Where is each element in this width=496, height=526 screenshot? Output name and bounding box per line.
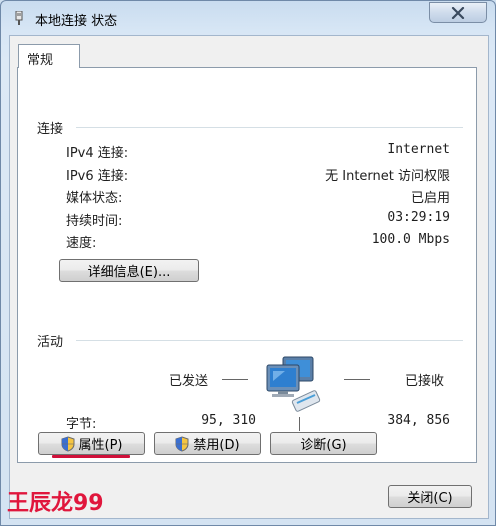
duration-value: 03:29:19 <box>387 210 450 225</box>
speed-value: 100.0 Mbps <box>371 232 450 247</box>
bytes-received-value: 384, 856 <box>387 413 450 428</box>
bytes-label: 字节: <box>66 417 97 432</box>
ipv6-label: IPv6 连接: <box>66 169 129 184</box>
properties-button[interactable]: 属性(P) <box>38 432 145 455</box>
activity-center-tick <box>299 417 300 431</box>
activity-group-divider <box>76 340 463 341</box>
connection-group-divider <box>76 127 463 128</box>
watermark-text: 王辰龙99 <box>7 491 104 516</box>
dialog-client-area: 常规 连接 IPv4 连接: Internet IPv6 连接: 无 Inter… <box>9 35 489 519</box>
ipv4-label: IPv4 连接: <box>66 146 129 161</box>
window-close-button[interactable] <box>429 2 487 23</box>
uac-shield-icon <box>61 435 74 452</box>
diagnose-button[interactable]: 诊断(G) <box>270 432 377 455</box>
ipv6-value: 无 Internet 访问权限 <box>325 169 450 184</box>
disable-button-label: 禁用(D) <box>193 438 240 453</box>
media-state-value: 已启用 <box>410 191 450 206</box>
close-icon <box>451 6 465 20</box>
network-adapter-icon <box>13 10 25 25</box>
connection-group-title: 连接 <box>37 122 64 137</box>
window-title: 本地连接 状态 <box>35 14 118 29</box>
sent-label: 已发送 <box>169 374 209 389</box>
uac-shield-icon <box>175 435 189 452</box>
network-computers-icon <box>263 355 333 417</box>
tab-general[interactable]: 常规 <box>18 44 80 68</box>
bytes-sent-value: 95, 310 <box>201 413 256 428</box>
sent-connector-line <box>222 379 248 380</box>
duration-label: 持续时间: <box>66 214 123 229</box>
ipv4-value: Internet <box>387 142 450 157</box>
status-dialog-window: 本地连接 状态 常规 连接 IPv4 连接: Internet IPv6 连接:… <box>0 0 496 526</box>
speed-label: 速度: <box>66 236 97 251</box>
properties-button-label: 属性(P) <box>78 438 123 453</box>
title-bar: 本地连接 状态 <box>1 1 495 35</box>
media-state-label: 媒体状态: <box>66 191 123 206</box>
tab-panel-general: 连接 IPv4 连接: Internet IPv6 连接: 无 Internet… <box>17 67 477 463</box>
close-button[interactable]: 关闭(C) <box>388 485 472 508</box>
highlight-underline <box>52 455 130 458</box>
activity-group-title: 活动 <box>37 335 64 350</box>
disable-button[interactable]: 禁用(D) <box>154 432 261 455</box>
received-label: 已接收 <box>405 374 445 389</box>
received-connector-line <box>344 379 370 380</box>
details-button[interactable]: 详细信息(E)... <box>59 259 199 282</box>
